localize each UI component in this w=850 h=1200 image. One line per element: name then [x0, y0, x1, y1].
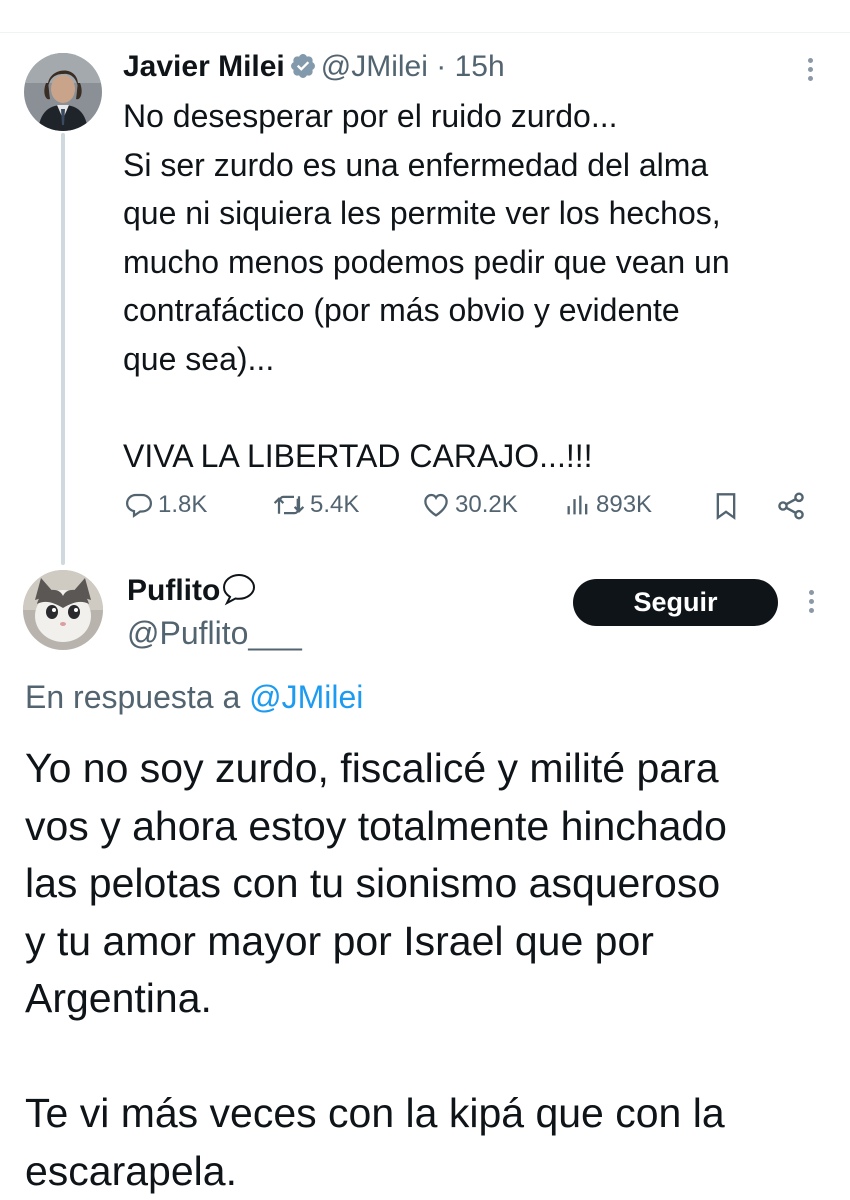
retweet-button[interactable]: 5.4K — [272, 490, 359, 520]
more-icon[interactable] — [808, 590, 814, 617]
reply-author: Puflito — [127, 572, 257, 615]
reply-button[interactable]: 1.8K — [124, 490, 207, 520]
reply-handle[interactable]: @Puflito___ — [127, 614, 302, 652]
retweet-count: 5.4K — [310, 491, 360, 518]
retweet-icon — [272, 490, 306, 520]
views-button[interactable]: 893K — [564, 490, 652, 520]
reply-icon — [124, 490, 154, 520]
like-icon — [421, 490, 451, 520]
reply-count: 1.8K — [158, 491, 208, 518]
like-button[interactable]: 30.2K — [421, 490, 518, 520]
avatar[interactable] — [23, 570, 103, 650]
bookmark-icon[interactable] — [712, 490, 740, 522]
tweet-header: Javier Milei @JMilei · 15h — [123, 50, 505, 88]
avatar[interactable] — [24, 53, 102, 131]
separator: · — [436, 50, 447, 83]
reply-author-name[interactable]: Puflito — [127, 574, 220, 607]
views-count: 893K — [596, 491, 653, 518]
in-reply-prefix: En respuesta a — [25, 679, 241, 715]
author-handle[interactable]: @JMilei — [321, 50, 428, 83]
author-name[interactable]: Javier Milei — [123, 50, 285, 83]
verified-badge-icon — [289, 52, 317, 88]
tweet-text: No desesperar por el ruido zurdo... Si s… — [123, 98, 730, 474]
reply-text: Yo no soy zurdo, fiscalicé y milité para… — [25, 745, 727, 1194]
views-icon — [564, 490, 592, 520]
top-divider — [0, 32, 850, 33]
speech-bubble-icon — [221, 572, 257, 615]
tweet-actions: 1.8K 5.4K 30.2K 893K — [0, 490, 850, 530]
in-reply-to: En respuesta a @JMilei — [25, 677, 363, 717]
share-icon[interactable] — [775, 490, 807, 522]
tweet-time[interactable]: 15h — [455, 50, 505, 83]
follow-button[interactable]: Seguir — [573, 579, 778, 626]
like-count: 30.2K — [455, 491, 518, 518]
more-icon[interactable] — [807, 58, 813, 85]
in-reply-handle-link[interactable]: @JMilei — [249, 679, 363, 715]
